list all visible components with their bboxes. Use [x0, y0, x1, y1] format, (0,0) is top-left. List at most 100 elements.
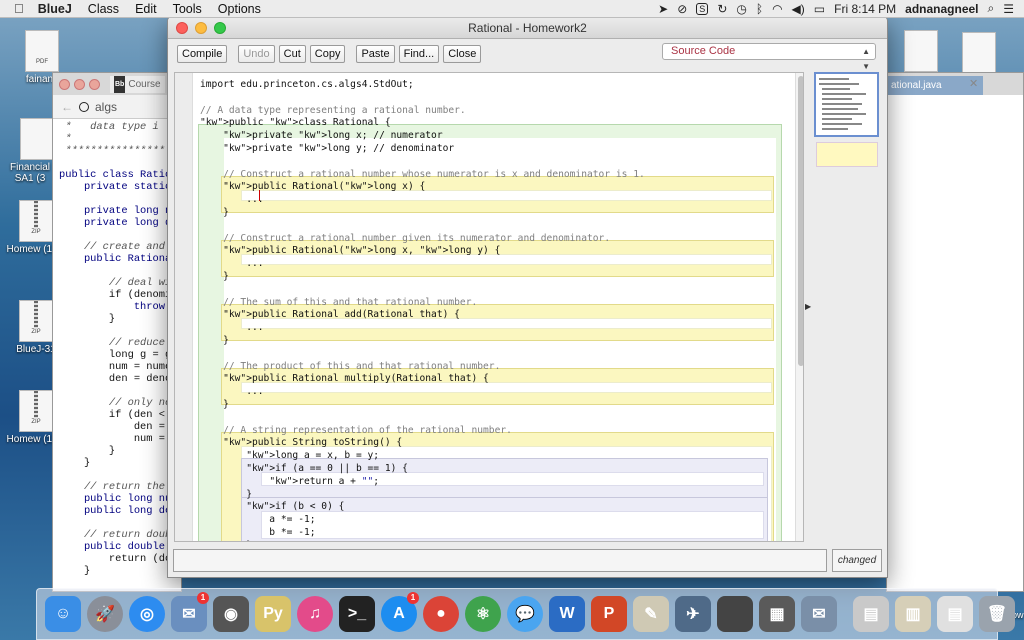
close-window-button[interactable] — [176, 22, 188, 34]
volume-icon[interactable]: ◀) — [792, 2, 805, 16]
menu-options[interactable]: Options — [218, 2, 261, 16]
editor-scrollbar[interactable] — [795, 73, 803, 541]
browser-zoom-light[interactable] — [89, 78, 100, 90]
code-line[interactable]: "kw">return a + ""; — [200, 476, 379, 489]
messages-icon[interactable]: 💬 — [507, 596, 543, 632]
code-line[interactable]: // The product of this and that rational… — [200, 361, 500, 374]
safari-icon[interactable]: ◎ — [129, 596, 165, 632]
find-button[interactable]: Find... — [398, 45, 440, 63]
undo-button[interactable]: Undo — [238, 45, 275, 63]
paste-button[interactable]: Paste — [356, 45, 395, 63]
cut-button[interactable]: Cut — [278, 45, 306, 63]
documents-stack-icon[interactable]: ▥ — [895, 596, 931, 632]
code-line[interactable]: } — [200, 399, 229, 412]
files-stack-icon[interactable]: ▤ — [937, 596, 973, 632]
app-store-icon[interactable]: A1 — [381, 592, 419, 632]
downloads-stack-icon[interactable]: ▤ — [853, 596, 889, 632]
scrollbar-thumb[interactable] — [798, 76, 803, 366]
camera-icon[interactable]: ◉ — [213, 596, 249, 632]
wifi-icon[interactable]: ◠ — [772, 2, 782, 16]
code-line[interactable]: "kw">public Rational("kw">long x, "kw">l… — [200, 245, 500, 258]
launchpad-icon[interactable]: 🚀 — [87, 596, 123, 632]
desktop-document-right-2[interactable] — [962, 32, 996, 74]
code-line[interactable]: "kw">if (b < 0) { — [200, 501, 344, 514]
code-line[interactable]: // A data type representing a rational n… — [200, 105, 466, 118]
source-editor[interactable]: import edu.princeton.cs.algs4.StdOut; // … — [174, 72, 804, 542]
trash-icon[interactable]: 🗑 — [979, 596, 1015, 632]
background-browser-window-right[interactable]: ational.java ✕ — [886, 72, 1024, 592]
menu-tools[interactable]: Tools — [173, 2, 202, 16]
bluej-bird-icon[interactable]: ✈ — [675, 596, 711, 632]
apple-logo-icon[interactable]:  — [14, 1, 24, 16]
blank-window-icon[interactable] — [717, 596, 753, 632]
panel-collapse-arrow-icon[interactable]: ▶ — [805, 302, 811, 311]
code-line[interactable]: // Construct a rational number whose num… — [200, 169, 645, 182]
bluetooth-icon[interactable]: ᛒ — [756, 2, 763, 16]
code-line[interactable]: b *= -1; — [200, 527, 315, 540]
code-line[interactable]: "kw">public "kw">class Rational { — [200, 117, 391, 130]
menu-app-name[interactable]: BlueJ — [38, 2, 72, 16]
photo-thumbnail-icon[interactable]: ▦ — [759, 596, 795, 632]
user-name[interactable]: adnanagneel — [905, 2, 978, 16]
browser-close-light[interactable] — [59, 78, 70, 90]
code-line[interactable]: } — [200, 489, 252, 502]
code-line[interactable]: } — [200, 540, 252, 541]
code-line[interactable]: ... — [200, 258, 263, 271]
code-line[interactable]: "kw">public Rational multiply(Rational t… — [200, 373, 489, 386]
time-machine-icon[interactable]: ◷ — [736, 2, 746, 16]
back-arrow-icon[interactable]: ← — [61, 100, 73, 114]
code-line[interactable]: ... — [200, 322, 263, 335]
code-line[interactable]: "kw">private "kw">long y; // denominator — [200, 143, 454, 156]
battery-icon[interactable]: ▭ — [814, 2, 825, 16]
code-line[interactable]: ... — [200, 386, 263, 399]
terminal-icon[interactable]: >_ — [339, 596, 375, 632]
spotlight-icon[interactable]: ⌕ — [988, 1, 995, 16]
code-area[interactable]: import edu.princeton.cs.algs4.StdOut; // … — [194, 73, 794, 541]
atom-icon[interactable]: ⚛ — [465, 596, 501, 632]
copy-button[interactable]: Copy — [309, 45, 346, 63]
script-editor-icon[interactable]: ✎ — [633, 596, 669, 632]
code-line[interactable]: } — [200, 271, 229, 284]
compile-button[interactable]: Compile — [177, 45, 228, 63]
minimap-viewport[interactable] — [814, 72, 879, 137]
code-line[interactable]: } — [200, 335, 229, 348]
browser-min-light[interactable] — [74, 78, 85, 90]
circle-slash-icon[interactable]: ⊘ — [677, 2, 687, 16]
view-mode-select[interactable]: Source Code ▲ ▼ — [662, 43, 876, 71]
background-browser-window[interactable]: Bb Course ← algs * data type i * ********… — [52, 72, 182, 592]
code-line[interactable]: // A string representation of the ration… — [200, 425, 512, 438]
location-icon[interactable]: ➤ — [658, 2, 668, 16]
menu-edit[interactable]: Edit — [135, 2, 157, 16]
code-line[interactable]: "kw">private "kw">long x; // numerator — [200, 130, 443, 143]
code-line[interactable]: } — [200, 207, 229, 220]
browser-url-bar[interactable]: ← algs — [53, 95, 181, 119]
mail-stamp-icon[interactable]: ✉ 1 — [171, 592, 209, 632]
menu-class[interactable]: Class — [88, 2, 119, 16]
minimize-window-button[interactable] — [195, 22, 207, 34]
code-line[interactable]: // Construct a rational number given its… — [200, 233, 610, 246]
finder-icon[interactable]: ☺ — [45, 596, 81, 632]
code-line[interactable]: "kw">long a = x, b = y; — [200, 450, 379, 463]
chrome-icon[interactable]: ● — [423, 596, 459, 632]
word-icon[interactable]: W — [549, 596, 585, 632]
desktop-document-right-1[interactable] — [904, 30, 938, 72]
code-line[interactable]: "kw">if (a == 0 || b == 1) { — [200, 463, 408, 476]
code-line[interactable]: "kw">public Rational("kw">long x) { — [200, 181, 425, 194]
desktop-file-financial[interactable]: Financial SA1 (3 — [0, 118, 60, 184]
code-line[interactable]: import edu.princeton.cs.algs4.StdOut; — [200, 79, 414, 92]
code-line[interactable]: a *= -1; — [200, 514, 315, 527]
code-line[interactable]: ... — [200, 194, 263, 207]
close-button[interactable]: Close — [443, 45, 482, 63]
browser-tab[interactable]: Bb Course — [110, 75, 165, 93]
code-line[interactable]: "kw">public String toString() { — [200, 437, 402, 450]
preview-icon[interactable]: ✉ — [801, 596, 837, 632]
python-icon[interactable]: Py — [255, 596, 291, 632]
minimap-remaining[interactable] — [816, 142, 878, 167]
navigation-minimap[interactable] — [813, 72, 882, 172]
clock[interactable]: Fri 8:14 PM — [834, 2, 896, 16]
powerpoint-icon[interactable]: P — [591, 596, 627, 632]
code-line[interactable]: "kw">public Rational add(Rational that) … — [200, 309, 460, 322]
close-tab-icon[interactable]: ✕ — [969, 77, 978, 90]
sync-icon[interactable]: ↻ — [717, 2, 727, 16]
zoom-window-button[interactable] — [214, 22, 226, 34]
